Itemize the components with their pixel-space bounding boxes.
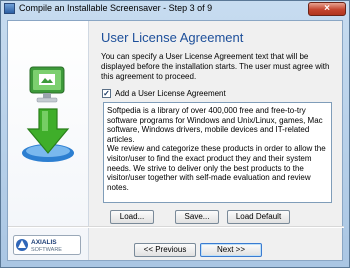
add-license-label[interactable]: Add a User License Agreement — [115, 89, 226, 98]
close-button[interactable]: × — [308, 2, 346, 16]
next-button[interactable]: Next >> — [200, 243, 262, 257]
logo-line1: AXIALIS — [31, 239, 57, 246]
page-title: User License Agreement — [101, 30, 244, 45]
title-bar[interactable]: Compile an Installable Screensaver - Ste… — [1, 1, 349, 17]
download-arrow-icon — [22, 108, 74, 162]
logo-line2: SOFTWARE — [31, 247, 62, 253]
wizard-side-panel: AXIALIS SOFTWARE — [8, 21, 89, 260]
license-text: Softpedia is a library of over 400,000 f… — [107, 106, 326, 192]
previous-button[interactable]: << Previous — [134, 243, 196, 257]
page-description: You can specify a User License Agreement… — [101, 52, 330, 81]
computer-monitor-icon — [29, 66, 65, 103]
save-button[interactable]: Save... — [175, 210, 219, 224]
wizard-client-area: AXIALIS SOFTWARE User License Agreement … — [7, 20, 344, 261]
axialis-logo: AXIALIS SOFTWARE — [13, 235, 81, 255]
add-license-checkbox[interactable]: ✓ — [102, 89, 111, 98]
wizard-content: User License Agreement You can specify a… — [94, 21, 342, 260]
load-default-button[interactable]: Load Default — [227, 210, 290, 224]
window-title: Compile an Installable Screensaver - Ste… — [19, 3, 213, 13]
load-button[interactable]: Load... — [110, 210, 154, 224]
app-icon — [4, 3, 15, 14]
license-text-area[interactable]: Softpedia is a library of over 400,000 f… — [103, 102, 332, 203]
footer-divider — [8, 226, 344, 228]
wizard-window: Compile an Installable Screensaver - Ste… — [0, 0, 350, 268]
